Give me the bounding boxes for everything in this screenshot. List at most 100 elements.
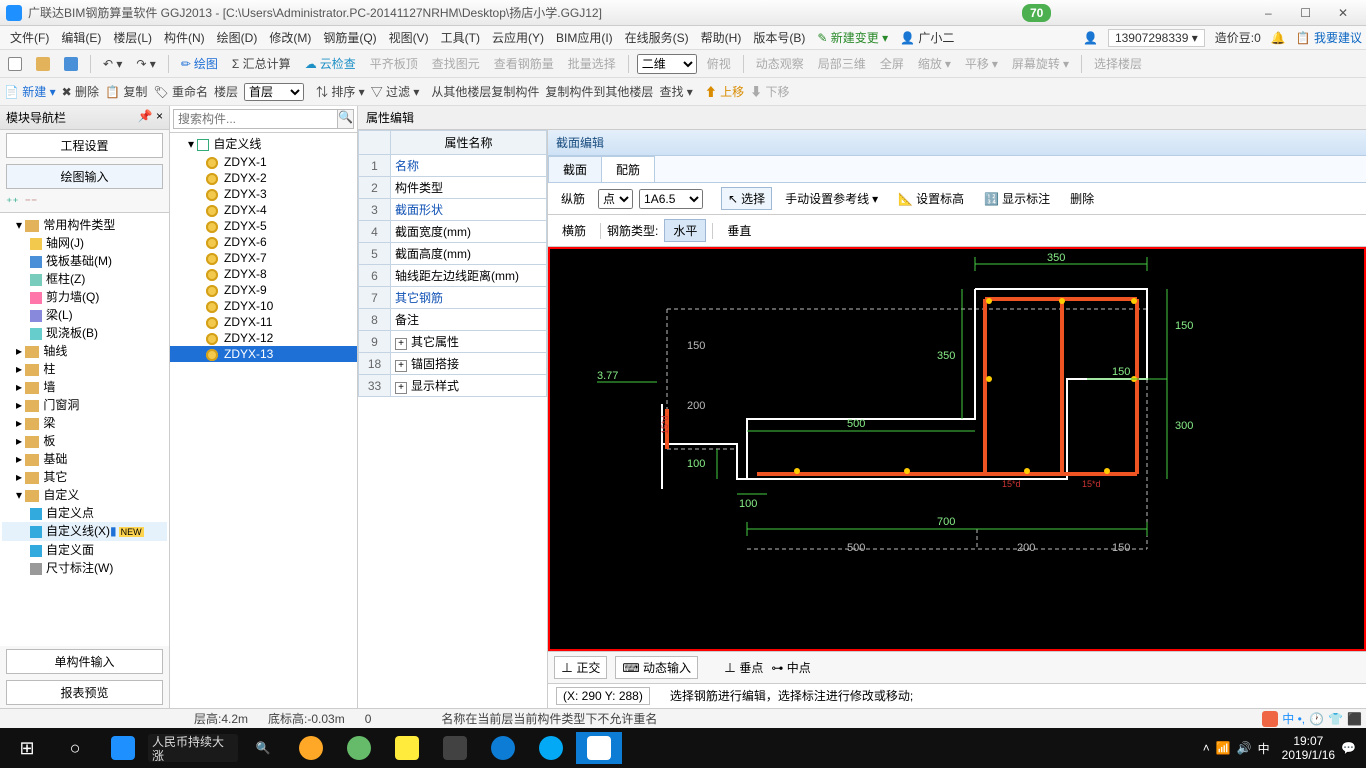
list-item[interactable]: ZDYX-12 [170, 330, 357, 346]
close-button[interactable]: ✕ [1326, 6, 1360, 20]
et-select[interactable]: ↖ 选择 [721, 187, 772, 210]
tb-copyfrom[interactable]: 从其他楼层复制构件 [431, 83, 539, 100]
tool-flat[interactable]: 平齐板顶 [366, 53, 422, 74]
list-item[interactable]: ZDYX-5 [170, 218, 357, 234]
tree-customface[interactable]: 自定义面 [2, 541, 167, 559]
tree-foundation[interactable]: ▸ 基础 [2, 450, 167, 468]
tb-floor-select[interactable]: 首层 [244, 83, 304, 101]
tab-section[interactable]: 截面 [548, 156, 602, 182]
menu-tools[interactable]: 工具(T) [435, 27, 486, 48]
tree-axis[interactable]: 轴网(J) [2, 234, 167, 252]
nav-drawinput-button[interactable]: 绘图输入 [6, 164, 163, 189]
tb-copyto[interactable]: 复制构件到其他楼层 [545, 83, 653, 100]
tree-wall[interactable]: ▸ 墙 [2, 378, 167, 396]
menu-bim[interactable]: BIM应用(I) [550, 27, 619, 48]
table-row[interactable]: 9其它属性 [359, 331, 547, 353]
tool-draw[interactable]: ✏ 绘图 [177, 53, 222, 74]
tb-down[interactable]: ⬇ 下移 [750, 83, 789, 100]
tool-pan[interactable]: 平移 ▾ [961, 53, 1002, 74]
tool-cloud[interactable]: ☁ 云检查 [301, 53, 360, 74]
bb-vert[interactable]: ⊥ 垂点 [724, 659, 763, 676]
cortana-button[interactable]: ○ [52, 732, 98, 764]
menu-version[interactable]: 版本号(B) [747, 27, 811, 48]
taskbar-app4[interactable] [528, 732, 574, 764]
et-dian-select[interactable]: 点 [598, 189, 633, 209]
list-item[interactable]: ZDYX-1 [170, 154, 357, 170]
tree-shearwall[interactable]: 剪力墙(Q) [2, 288, 167, 306]
menu-newchange[interactable]: ✎ 新建变更 ▾ [811, 27, 894, 48]
et-zong[interactable]: 纵筋 [554, 187, 592, 210]
tray-clock-icon[interactable]: 🕐 [1309, 712, 1324, 726]
tool-dyn[interactable]: 动态观察 [752, 53, 808, 74]
tray-ext1-icon[interactable]: 👕 [1328, 712, 1343, 726]
search-input[interactable] [173, 109, 338, 129]
tool-sum[interactable]: Σ 汇总计算 [228, 53, 295, 74]
minimize-button[interactable]: – [1251, 6, 1285, 20]
tree-dimension[interactable]: 尺寸标注(W) [2, 559, 167, 577]
list-item[interactable]: ZDYX-7 [170, 250, 357, 266]
tree-beam2[interactable]: ▸ 梁 [2, 414, 167, 432]
suggest-button[interactable]: 📋 我要建议 [1296, 29, 1362, 46]
tb-floor[interactable]: 楼层 [214, 83, 238, 100]
tray-sogou-icon[interactable] [1262, 711, 1278, 727]
taskbar-ie[interactable] [100, 732, 146, 764]
tab-rebar[interactable]: 配筋 [601, 156, 655, 182]
menu-component[interactable]: 构件(N) [158, 27, 211, 48]
search-icon[interactable]: 🔍 [338, 109, 354, 129]
tray-vol-icon[interactable]: 🔊 [1237, 741, 1252, 755]
maximize-button[interactable]: ☐ [1289, 6, 1323, 20]
list-item[interactable]: ZDYX-2 [170, 170, 357, 186]
score-badge[interactable]: 70 [1022, 4, 1051, 22]
list-item[interactable]: ZDYX-3 [170, 186, 357, 202]
table-row[interactable]: 6轴线距左边线距离(mm) [359, 265, 547, 287]
table-row[interactable]: 33显示样式 [359, 375, 547, 397]
tool-selfloor[interactable]: 选择楼层 [1090, 53, 1146, 74]
tool-local3d[interactable]: 局部三维 [814, 53, 870, 74]
nav-engineering-button[interactable]: 工程设置 [6, 133, 163, 158]
tool-redo-icon[interactable]: ↷ ▾ [132, 55, 159, 73]
menu-avatar[interactable]: 👤 广小二 [894, 27, 960, 48]
tool-zoom[interactable]: 缩放 ▾ [914, 53, 955, 74]
table-row[interactable]: 4截面宽度(mm) [359, 221, 547, 243]
st-shui[interactable]: 水平 [664, 219, 706, 242]
menu-help[interactable]: 帮助(H) [695, 27, 748, 48]
st-chui[interactable]: 垂直 [719, 220, 759, 241]
table-row[interactable]: 2构件类型 [359, 177, 547, 199]
et-show[interactable]: 🔢 显示标注 [977, 187, 1057, 210]
tray-clock[interactable]: 19:07 2019/1/16 [1282, 734, 1335, 762]
tree-customline[interactable]: 自定义线(X)▮NEW [2, 522, 167, 541]
menu-file[interactable]: 文件(F) [4, 27, 55, 48]
phone-field[interactable]: 13907298339 ▾ [1108, 29, 1205, 47]
taskbar-edge[interactable] [480, 732, 526, 764]
tool-full[interactable]: 全屏 [876, 53, 908, 74]
tree-slab[interactable]: 现浇板(B) [2, 324, 167, 342]
nav-report-button[interactable]: 报表预览 [6, 680, 163, 705]
taskbar-news[interactable]: 人民币持续大涨 [148, 734, 238, 762]
taskbar-app2[interactable] [336, 732, 382, 764]
tb-new[interactable]: 📄 新建 ▾ [4, 83, 56, 100]
table-row[interactable]: 3截面形状 [359, 199, 547, 221]
menu-draw[interactable]: 绘图(D) [211, 27, 264, 48]
tree-framecol[interactable]: 框柱(Z) [2, 270, 167, 288]
tray-net-icon[interactable]: 📶 [1216, 741, 1231, 755]
bb-mid[interactable]: ⊶ 中点 [771, 659, 810, 676]
taskbar-app1[interactable] [288, 732, 334, 764]
tool-viewfind[interactable]: 查找图元 [428, 53, 484, 74]
list-item[interactable]: ZDYX-11 [170, 314, 357, 330]
tree-column[interactable]: ▸ 柱 [2, 360, 167, 378]
table-row[interactable]: 1名称 [359, 155, 547, 177]
table-row[interactable]: 7其它钢筋 [359, 287, 547, 309]
et-manual[interactable]: 手动设置参考线 ▾ [778, 187, 885, 210]
menu-view[interactable]: 视图(V) [383, 27, 435, 48]
comp-group[interactable]: ▾ 自定义线 [170, 133, 357, 154]
tool-rot[interactable]: 屏幕旋转 ▾ [1008, 53, 1073, 74]
table-row[interactable]: 5截面高度(mm) [359, 243, 547, 265]
tree-plate[interactable]: ▸ 板 [2, 432, 167, 450]
nav-collapse-icon[interactable]: ⁻⁻ [25, 195, 38, 209]
list-item[interactable]: ZDYX-9 [170, 282, 357, 298]
et-origin[interactable]: 📐 设置标高 [891, 187, 971, 210]
tray-notif-icon[interactable]: 💬 [1341, 741, 1356, 755]
tray-up-icon[interactable]: ˄ [1203, 741, 1210, 755]
taskbar-app3[interactable] [384, 732, 430, 764]
tool-save-icon[interactable] [60, 55, 82, 73]
